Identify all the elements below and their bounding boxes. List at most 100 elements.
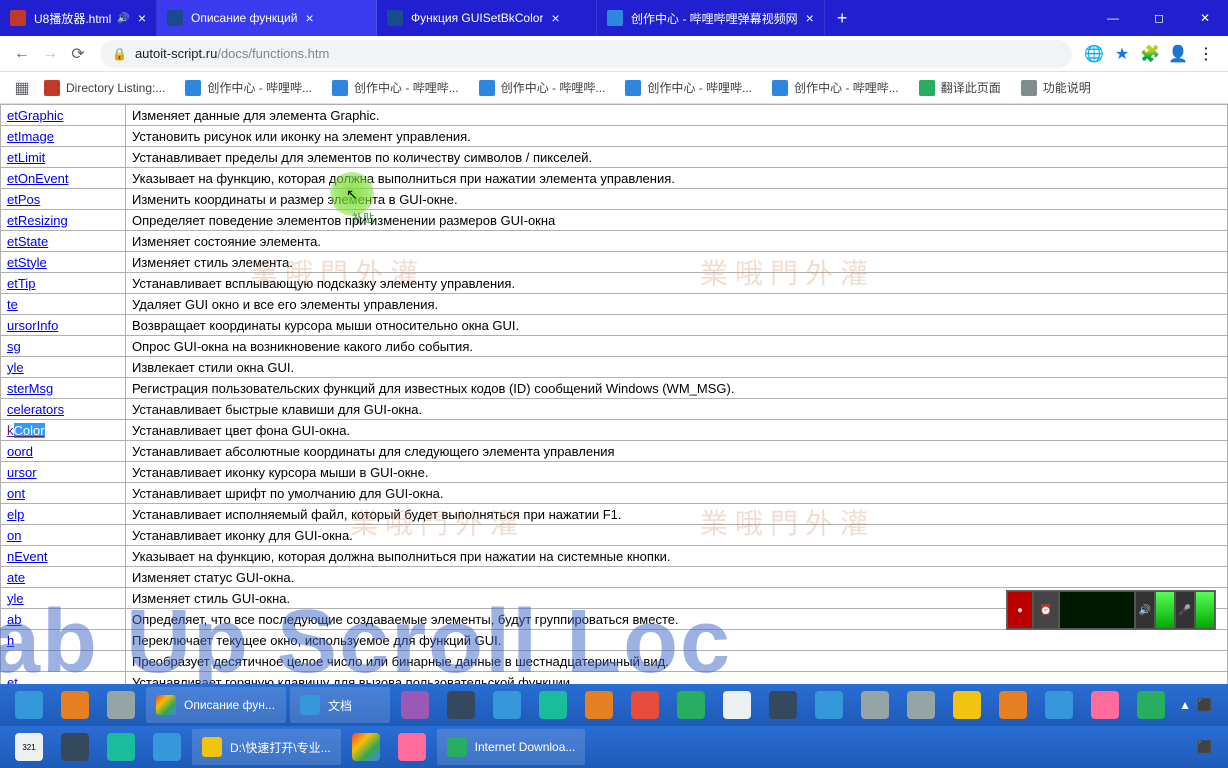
function-link[interactable]: etStyle xyxy=(7,255,47,270)
mic-icon[interactable]: 🎤 xyxy=(1175,591,1195,629)
audio-icon[interactable]: 🔊 xyxy=(117,13,129,24)
bookmark-item[interactable]: 创作中心 - 哔哩哔... xyxy=(764,75,907,100)
function-link[interactable]: elp xyxy=(7,507,24,522)
taskbar-icon[interactable] xyxy=(54,729,96,765)
url-input[interactable]: 🔒 autoit-script.ru/docs/functions.htm xyxy=(100,40,1072,68)
taskbar-icon[interactable] xyxy=(762,687,804,723)
taskbar-window[interactable]: 文档 xyxy=(290,687,390,723)
minimize-button[interactable]: — xyxy=(1090,0,1136,36)
function-link[interactable]: et xyxy=(7,675,18,685)
taskbar-icon[interactable] xyxy=(345,729,387,765)
taskbar-icon[interactable] xyxy=(946,687,988,723)
function-link[interactable]: etImage xyxy=(7,129,54,144)
function-link[interactable]: yle xyxy=(7,360,24,375)
taskbar-icon[interactable] xyxy=(900,687,942,723)
function-link[interactable]: ab xyxy=(7,612,21,627)
back-button[interactable]: ← xyxy=(8,40,36,68)
taskbar-window[interactable]: Internet Downloa... xyxy=(437,729,586,765)
function-link[interactable]: te xyxy=(7,297,18,312)
taskbar-icon[interactable] xyxy=(992,687,1034,723)
volume-icon[interactable]: 🔊 xyxy=(1135,591,1155,629)
function-link[interactable]: sg xyxy=(7,339,21,354)
profile-icon[interactable]: 👤 xyxy=(1164,40,1192,68)
translate-icon[interactable]: 🌐 xyxy=(1080,40,1108,68)
taskbar-icon[interactable] xyxy=(624,687,666,723)
taskbar-icon[interactable] xyxy=(532,687,574,723)
clock-icon[interactable]: ⏰ xyxy=(1033,591,1059,629)
maximize-button[interactable]: ◻ xyxy=(1136,0,1182,36)
close-icon[interactable]: × xyxy=(806,10,814,26)
system-tray[interactable]: ⬛ xyxy=(1197,740,1222,754)
taskbar-icon[interactable] xyxy=(440,687,482,723)
extensions-icon[interactable]: 🧩 xyxy=(1136,40,1164,68)
function-link[interactable]: etOnEvent xyxy=(7,171,68,186)
function-link[interactable]: etResizing xyxy=(7,213,68,228)
taskbar-icon[interactable] xyxy=(670,687,712,723)
browser-tab[interactable]: 创作中心 - 哔哩哔哩弹幕视频网 × xyxy=(597,0,825,36)
reload-button[interactable]: ⟳ xyxy=(64,40,92,68)
function-link[interactable]: oord xyxy=(7,444,33,459)
bookmark-item[interactable]: 功能说明 xyxy=(1013,75,1099,100)
taskbar-icon[interactable] xyxy=(578,687,620,723)
browser-tab[interactable]: Функция GUISetBkColor × xyxy=(377,0,597,36)
function-link[interactable]: etPos xyxy=(7,192,40,207)
function-link[interactable]: ate xyxy=(7,570,25,585)
browser-tab[interactable]: U8播放器.html 🔊 × xyxy=(0,0,157,36)
taskbar-icon[interactable] xyxy=(808,687,850,723)
bookmark-star-icon[interactable]: ★ xyxy=(1108,40,1136,68)
bookmark-item[interactable]: 创作中心 - 哔哩哔... xyxy=(617,75,760,100)
start-button[interactable] xyxy=(8,687,50,723)
function-link[interactable]: etState xyxy=(7,234,48,249)
function-link[interactable]: h xyxy=(7,633,14,648)
bookmark-item[interactable]: 翻译此页面 xyxy=(911,75,1009,100)
function-link[interactable]: nEvent xyxy=(7,549,47,564)
close-icon[interactable]: × xyxy=(305,10,313,26)
function-link[interactable]: etLimit xyxy=(7,150,45,165)
function-link[interactable]: ursor xyxy=(7,465,37,480)
new-tab-button[interactable]: + xyxy=(825,8,860,29)
tab-favicon xyxy=(387,10,403,26)
taskbar-icon[interactable] xyxy=(716,687,758,723)
bookmark-item[interactable]: Directory Listing:... xyxy=(36,75,173,100)
bookmark-item[interactable]: 创作中心 - 哔哩哔... xyxy=(471,75,614,100)
function-link[interactable]: celerators xyxy=(7,402,64,417)
tray-show-desktop[interactable]: ⬛ xyxy=(1197,740,1212,754)
taskbar-icon[interactable] xyxy=(1038,687,1080,723)
function-link[interactable]: sterMsg xyxy=(7,381,53,396)
bookmark-item[interactable]: 创作中心 - 哔哩哔... xyxy=(177,75,320,100)
system-tray[interactable]: ▲ ⬛ xyxy=(1179,698,1222,712)
taskbar-icon[interactable] xyxy=(146,729,188,765)
browser-tab-active[interactable]: Описание функций × xyxy=(157,0,377,36)
menu-icon[interactable]: ⋮ xyxy=(1192,40,1220,68)
function-link[interactable]: ont xyxy=(7,486,25,501)
taskbar-window[interactable]: Описание фун... xyxy=(146,687,286,723)
taskbar-icon[interactable] xyxy=(100,729,142,765)
taskbar-icon[interactable] xyxy=(394,687,436,723)
function-link[interactable]: yle xyxy=(7,591,24,606)
tray-icon[interactable]: ⬛ xyxy=(1197,698,1212,712)
recording-widget[interactable]: ● ⏰ 🔊 🎤 xyxy=(1006,590,1216,630)
function-link[interactable]: on xyxy=(7,528,21,543)
taskbar-icon[interactable]: 321 xyxy=(8,729,50,765)
taskbar-icon[interactable] xyxy=(391,729,433,765)
close-icon[interactable]: × xyxy=(138,10,146,26)
taskbar-window[interactable]: D:\快速打开\专业... xyxy=(192,729,341,765)
close-icon[interactable]: × xyxy=(551,10,559,26)
taskbar-icon[interactable] xyxy=(1084,687,1126,723)
bookmark-item[interactable]: 创作中心 - 哔哩哔... xyxy=(324,75,467,100)
taskbar-icon[interactable] xyxy=(54,687,96,723)
tray-icon[interactable]: ▲ xyxy=(1179,698,1191,712)
record-button[interactable]: ● xyxy=(1007,591,1033,629)
apps-icon[interactable]: ▦ xyxy=(8,74,36,102)
taskbar-icon[interactable] xyxy=(854,687,896,723)
function-link[interactable]: etGraphic xyxy=(7,108,63,123)
table-row: etУстанавливает горячую клавишу для вызо… xyxy=(1,672,1228,685)
close-window-button[interactable]: ✕ xyxy=(1182,0,1228,36)
forward-button[interactable]: → xyxy=(36,40,64,68)
taskbar-icon[interactable] xyxy=(1130,687,1172,723)
function-link[interactable]: etTip xyxy=(7,276,35,291)
function-link[interactable]: ursorInfo xyxy=(7,318,58,333)
taskbar-icon[interactable] xyxy=(486,687,528,723)
function-link[interactable]: kColor xyxy=(7,423,45,438)
taskbar-icon[interactable] xyxy=(100,687,142,723)
